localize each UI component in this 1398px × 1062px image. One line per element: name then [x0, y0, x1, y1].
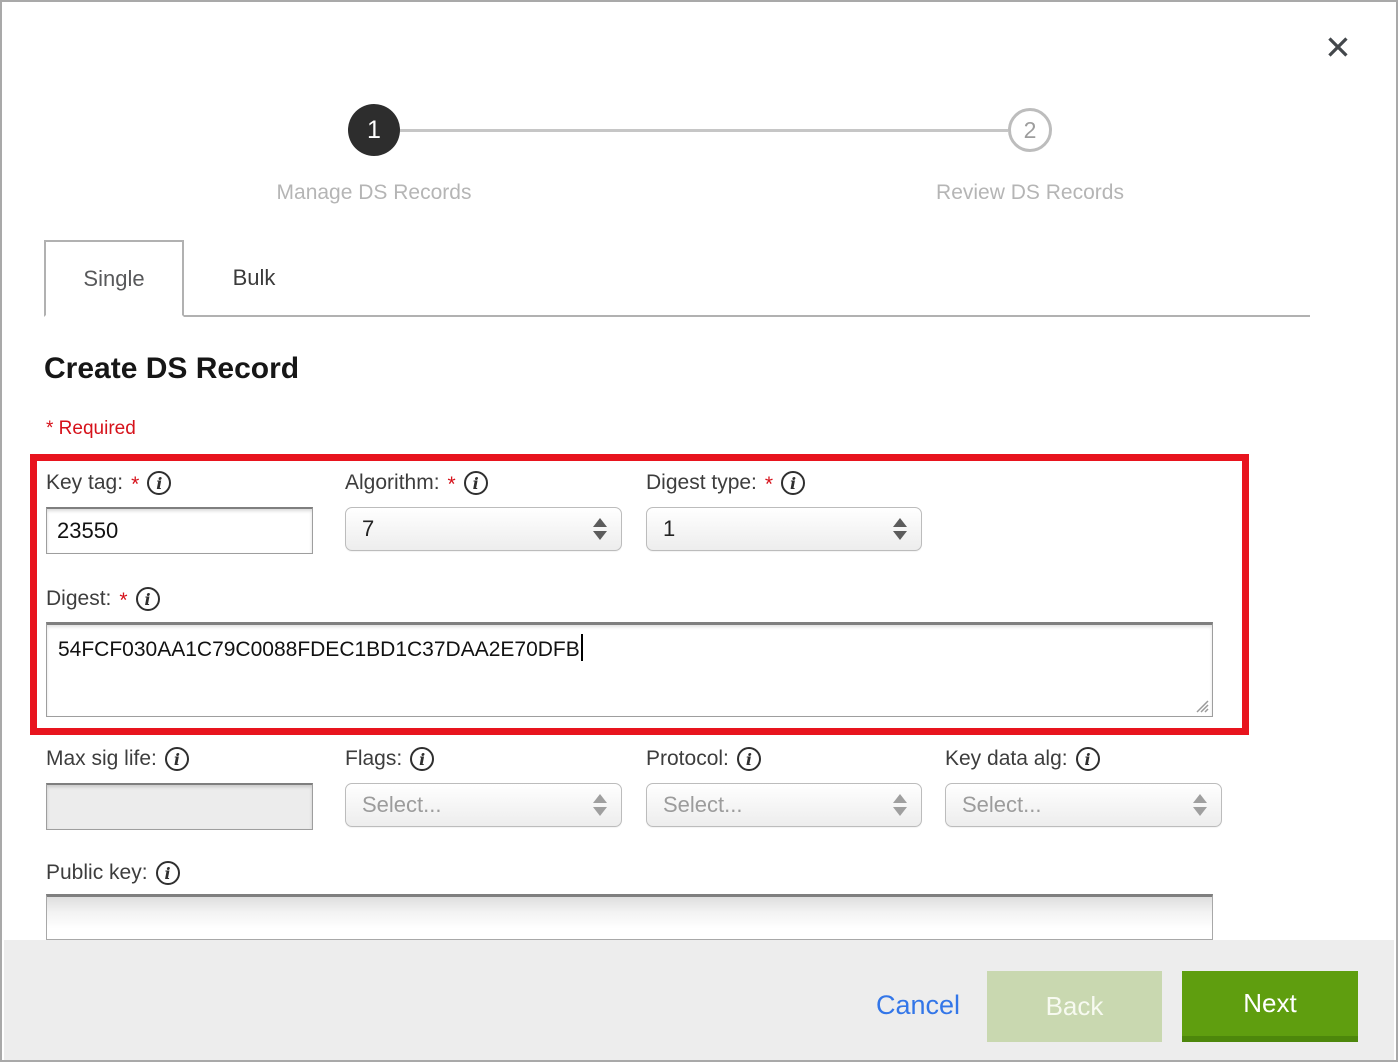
public-key-textarea[interactable] [46, 894, 1213, 940]
max-sig-life-label-text: Max sig life: [46, 747, 157, 771]
digest-value: 54FCF030AA1C79C0088FDEC1BD1C37DAA2E70DFB [58, 638, 580, 661]
digest-type-select[interactable]: 1 [646, 507, 922, 551]
key-tag-label-text: Key tag: [46, 471, 123, 495]
text-cursor [581, 634, 583, 661]
field-digest-type: Digest type: * i 1 [646, 468, 922, 551]
key-data-alg-label: Key data alg: i [945, 744, 1222, 774]
back-button[interactable]: Back [987, 971, 1162, 1042]
select-arrows-icon [593, 518, 607, 540]
flags-select[interactable]: Select... [345, 783, 622, 827]
info-icon[interactable]: i [410, 747, 434, 771]
algorithm-select-value: 7 [362, 516, 374, 542]
stepper-connector [400, 129, 1008, 132]
flags-label-text: Flags: [345, 747, 402, 771]
tab-bulk[interactable]: Bulk [184, 240, 324, 315]
required-asterisk: * [448, 473, 456, 497]
info-icon[interactable]: i [464, 471, 488, 495]
flags-select-value: Select... [362, 792, 441, 818]
protocol-label: Protocol: i [646, 744, 922, 774]
cancel-button[interactable]: Cancel [876, 990, 960, 1021]
create-ds-record-dialog: ✕ 1 2 Manage DS Records Review DS Record… [0, 0, 1398, 1062]
required-asterisk: * [131, 473, 139, 497]
select-arrows-icon [593, 794, 607, 816]
digest-textarea[interactable]: 54FCF030AA1C79C0088FDEC1BD1C37DAA2E70DFB [46, 622, 1213, 717]
select-arrows-icon [893, 794, 907, 816]
key-data-alg-label-text: Key data alg: [945, 747, 1068, 771]
public-key-label: Public key: i [46, 858, 1213, 888]
info-icon[interactable]: i [147, 471, 171, 495]
info-icon[interactable]: i [1076, 747, 1100, 771]
select-arrows-icon [893, 518, 907, 540]
tab-bar: Single Bulk [44, 240, 1310, 317]
required-asterisk: * [119, 589, 127, 613]
field-key-tag: Key tag: * i [46, 468, 313, 554]
max-sig-life-input[interactable] [46, 783, 313, 830]
digest-label-text: Digest: [46, 587, 111, 611]
info-icon[interactable]: i [136, 587, 160, 611]
required-asterisk: * [765, 473, 773, 497]
key-data-alg-select[interactable]: Select... [945, 783, 1222, 827]
page-title: Create DS Record [44, 352, 299, 386]
algorithm-select[interactable]: 7 [345, 507, 622, 551]
flags-label: Flags: i [345, 744, 622, 774]
stepper-step-1-circle: 1 [348, 104, 400, 156]
algorithm-label: Algorithm: * i [345, 468, 622, 498]
select-arrows-icon [1193, 794, 1207, 816]
field-key-data-alg: Key data alg: i Select... [945, 744, 1222, 827]
key-tag-input[interactable] [46, 507, 313, 554]
max-sig-life-label: Max sig life: i [46, 744, 313, 774]
digest-label: Digest: * i [46, 584, 1213, 614]
required-note: * Required [46, 418, 136, 440]
key-tag-label: Key tag: * i [46, 468, 313, 498]
tab-single[interactable]: Single [44, 240, 184, 317]
resize-handle-icon[interactable] [1193, 697, 1209, 713]
field-public-key: Public key: i [46, 858, 1213, 940]
next-button[interactable]: Next [1182, 971, 1358, 1042]
digest-type-select-value: 1 [663, 516, 675, 542]
field-protocol: Protocol: i Select... [646, 744, 922, 827]
public-key-label-text: Public key: [46, 861, 148, 885]
field-algorithm: Algorithm: * i 7 [345, 468, 622, 551]
field-max-sig-life: Max sig life: i [46, 744, 313, 830]
digest-type-label: Digest type: * i [646, 468, 922, 498]
stepper-step-2-circle: 2 [1008, 108, 1052, 152]
info-icon[interactable]: i [156, 861, 180, 885]
digest-type-label-text: Digest type: [646, 471, 757, 495]
protocol-label-text: Protocol: [646, 747, 729, 771]
protocol-select[interactable]: Select... [646, 783, 922, 827]
field-digest: Digest: * i 54FCF030AA1C79C0088FDEC1BD1C… [46, 584, 1213, 717]
key-data-alg-select-value: Select... [962, 792, 1041, 818]
algorithm-label-text: Algorithm: [345, 471, 440, 495]
stepper-step-2-label: Review DS Records [870, 181, 1190, 205]
protocol-select-value: Select... [663, 792, 742, 818]
info-icon[interactable]: i [165, 747, 189, 771]
stepper-step-1-label: Manage DS Records [214, 181, 534, 205]
close-icon[interactable]: ✕ [1316, 26, 1360, 70]
dialog-footer: Cancel Back Next [4, 940, 1394, 1060]
info-icon[interactable]: i [737, 747, 761, 771]
info-icon[interactable]: i [781, 471, 805, 495]
field-flags: Flags: i Select... [345, 744, 622, 827]
